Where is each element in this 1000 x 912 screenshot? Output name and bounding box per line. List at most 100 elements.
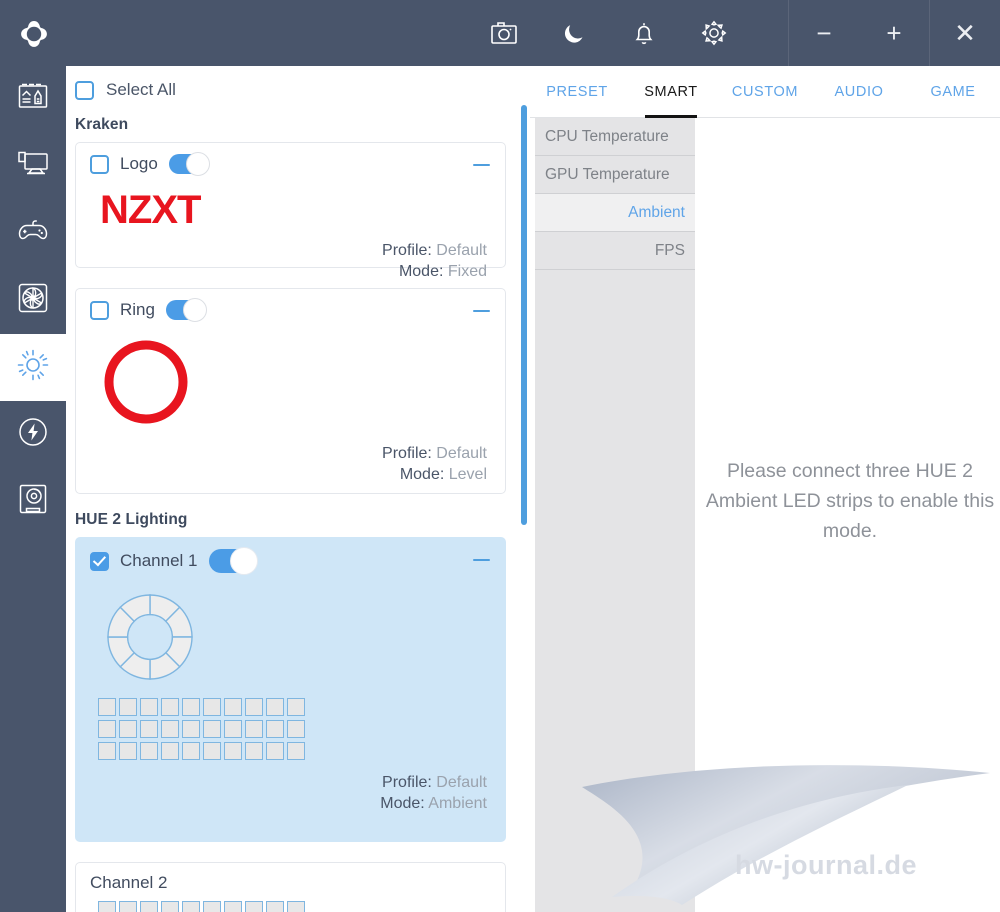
led-cell[interactable] bbox=[140, 901, 158, 912]
sidebar-item-power[interactable] bbox=[0, 401, 66, 468]
channel-1-toggle[interactable] bbox=[208, 547, 258, 575]
card-title-channel-1: Channel 1 bbox=[120, 551, 198, 570]
channel-1-mode-value: Ambient bbox=[428, 795, 487, 812]
led-cell[interactable] bbox=[119, 720, 137, 738]
nzxt-cam-logo[interactable] bbox=[14, 14, 54, 54]
tab-preset[interactable]: PRESET bbox=[530, 66, 624, 118]
lighting-mode-panel: PRESET SMART CUSTOM AUDIO GAME CPU Tempe… bbox=[530, 66, 1000, 912]
ring-profile-value: Default bbox=[436, 445, 487, 462]
minus-icon bbox=[472, 164, 490, 166]
led-cell[interactable] bbox=[98, 698, 116, 716]
sidebar-item-storage[interactable] bbox=[0, 468, 66, 535]
ring-toggle[interactable] bbox=[165, 298, 207, 322]
led-cell[interactable] bbox=[245, 901, 263, 912]
led-cell[interactable] bbox=[266, 698, 284, 716]
sidebar-item-gaming[interactable] bbox=[0, 200, 66, 267]
ring-checkbox[interactable] bbox=[90, 300, 109, 320]
led-cell[interactable] bbox=[140, 698, 158, 716]
led-cell[interactable] bbox=[161, 720, 179, 738]
device-card-channel-1[interactable]: Channel 1 Profile: Default Mode: Ambient bbox=[75, 537, 506, 842]
device-card-channel-2[interactable]: Channel 2 bbox=[75, 862, 506, 912]
camera-icon[interactable] bbox=[490, 19, 518, 47]
minus-icon bbox=[472, 310, 490, 312]
led-cell[interactable] bbox=[266, 901, 284, 912]
segmented-ring-preview bbox=[90, 583, 487, 692]
smart-item-cpu-temperature[interactable]: CPU Temperature bbox=[535, 118, 695, 156]
led-cell[interactable] bbox=[266, 742, 284, 760]
led-strip-row bbox=[98, 742, 487, 760]
led-cell[interactable] bbox=[140, 720, 158, 738]
tab-smart[interactable]: SMART bbox=[624, 66, 718, 118]
device-card-ring[interactable]: Ring Profile: Default Mode: Level bbox=[75, 288, 506, 494]
led-cell[interactable] bbox=[245, 720, 263, 738]
led-cell[interactable] bbox=[224, 742, 242, 760]
logo-checkbox[interactable] bbox=[90, 154, 109, 174]
channel-1-profile-value: Default bbox=[436, 774, 487, 791]
tab-audio[interactable]: AUDIO bbox=[812, 66, 906, 118]
led-cell[interactable] bbox=[224, 901, 242, 912]
logo-profile-value: Default bbox=[436, 242, 487, 259]
led-cell[interactable] bbox=[287, 698, 305, 716]
led-cell[interactable] bbox=[182, 742, 200, 760]
select-all-checkbox[interactable] bbox=[75, 80, 94, 100]
channel-1-checkbox[interactable] bbox=[90, 551, 109, 571]
toggle-knob bbox=[229, 547, 258, 575]
led-cell[interactable] bbox=[98, 742, 116, 760]
led-cell[interactable] bbox=[203, 698, 221, 716]
smart-item-gpu-temperature[interactable]: GPU Temperature bbox=[535, 156, 695, 194]
led-cell[interactable] bbox=[119, 742, 137, 760]
led-cell[interactable] bbox=[287, 901, 305, 912]
channel-1-profile-line: Profile: Default bbox=[90, 774, 487, 792]
led-cell[interactable] bbox=[98, 720, 116, 738]
led-cell[interactable] bbox=[266, 720, 284, 738]
ring-collapse-button[interactable] bbox=[471, 301, 491, 321]
led-cell[interactable] bbox=[140, 742, 158, 760]
smart-item-fps[interactable]: FPS bbox=[535, 232, 695, 270]
led-cell[interactable] bbox=[119, 698, 137, 716]
led-cell[interactable] bbox=[182, 901, 200, 912]
led-cell[interactable] bbox=[161, 698, 179, 716]
sidebar-item-lighting[interactable] bbox=[0, 334, 66, 401]
led-cell[interactable] bbox=[224, 698, 242, 716]
close-button[interactable]: ✕ bbox=[930, 0, 1000, 66]
led-cell[interactable] bbox=[161, 901, 179, 912]
led-cell[interactable] bbox=[287, 720, 305, 738]
channel-2-led-strip-grid bbox=[90, 899, 487, 912]
led-cell[interactable] bbox=[287, 742, 305, 760]
left-panel-scrollbar-track[interactable] bbox=[519, 66, 529, 912]
logo-collapse-button[interactable] bbox=[471, 155, 491, 175]
led-cell[interactable] bbox=[161, 742, 179, 760]
moon-icon[interactable] bbox=[560, 19, 588, 47]
maximize-button[interactable]: + bbox=[859, 0, 929, 66]
sidebar-item-dashboard[interactable] bbox=[0, 66, 66, 133]
logo-toggle[interactable] bbox=[168, 152, 210, 176]
titlebar-icon-group bbox=[490, 0, 728, 66]
gear-icon[interactable] bbox=[700, 19, 728, 47]
led-cell[interactable] bbox=[203, 720, 221, 738]
device-card-logo[interactable]: Logo NZXT Profile: Default Mode: Fixed bbox=[75, 142, 506, 280]
led-cell[interactable] bbox=[245, 742, 263, 760]
sun-lighting-icon bbox=[16, 348, 50, 387]
tab-game[interactable]: GAME bbox=[906, 66, 1000, 118]
led-cell[interactable] bbox=[98, 901, 116, 912]
led-cell[interactable] bbox=[182, 720, 200, 738]
led-cell[interactable] bbox=[245, 698, 263, 716]
left-panel-scrollbar-thumb[interactable] bbox=[521, 105, 527, 525]
sidebar-item-cooling[interactable] bbox=[0, 267, 66, 334]
bell-icon[interactable] bbox=[630, 19, 658, 47]
sidebar-item-pc-monitoring[interactable] bbox=[0, 133, 66, 200]
led-cell[interactable] bbox=[119, 901, 137, 912]
card-body-logo: NZXT Profile: Default Mode: Fixed bbox=[76, 180, 505, 293]
channel-1-collapse-button[interactable] bbox=[471, 550, 491, 570]
minimize-button[interactable]: − bbox=[789, 0, 859, 66]
gamepad-icon bbox=[16, 218, 50, 249]
led-cell[interactable] bbox=[203, 901, 221, 912]
led-cell[interactable] bbox=[182, 698, 200, 716]
led-cell[interactable] bbox=[203, 742, 221, 760]
led-cell[interactable] bbox=[224, 720, 242, 738]
logo-mode-line: Mode: Fixed bbox=[90, 263, 487, 281]
ring-mode-value: Level bbox=[448, 466, 487, 483]
select-all-row[interactable]: Select All bbox=[66, 66, 526, 100]
tab-custom[interactable]: CUSTOM bbox=[718, 66, 812, 118]
smart-item-ambient[interactable]: Ambient bbox=[535, 194, 695, 232]
